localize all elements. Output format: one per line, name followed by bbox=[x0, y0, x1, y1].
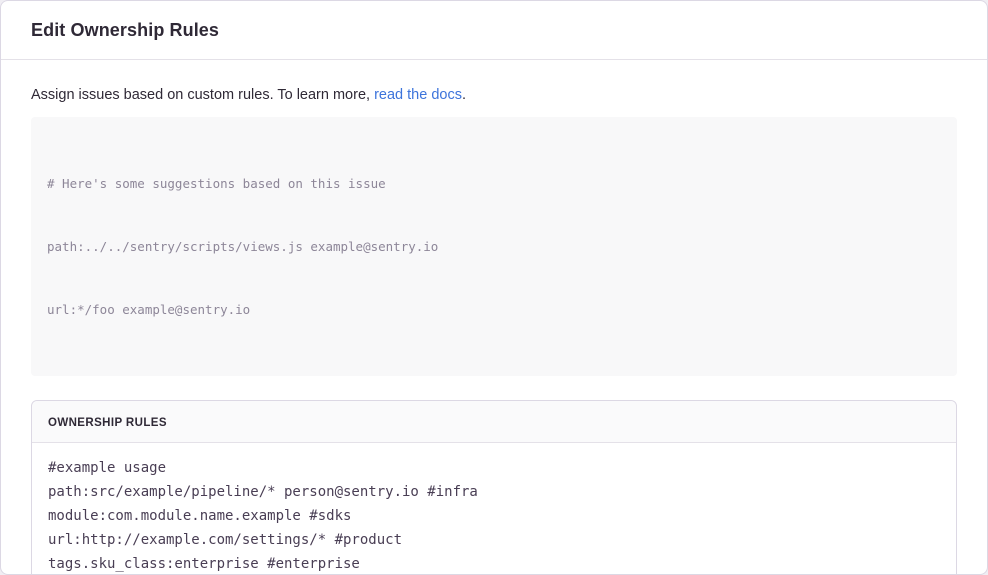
description-main: Assign issues based on custom rules. To … bbox=[31, 87, 374, 103]
description-suffix: . bbox=[462, 87, 466, 103]
edit-ownership-rules-modal: Edit Ownership Rules Assign issues based… bbox=[0, 0, 988, 575]
modal-title: Edit Ownership Rules bbox=[31, 20, 957, 41]
ownership-rules-panel-header: OWNERSHIP RULES bbox=[32, 401, 956, 443]
suggestion-line: url:*/foo example@sentry.io bbox=[47, 299, 941, 320]
suggestion-line: # Here's some suggestions based on this … bbox=[47, 173, 941, 194]
description-text: Assign issues based on custom rules. To … bbox=[31, 85, 957, 105]
read-the-docs-link[interactable]: read the docs bbox=[374, 87, 462, 103]
suggestion-line: path:../../sentry/scripts/views.js examp… bbox=[47, 236, 941, 257]
ownership-rules-textarea[interactable]: #example usage path:src/example/pipeline… bbox=[32, 443, 956, 575]
suggestions-block: # Here's some suggestions based on this … bbox=[31, 117, 957, 376]
modal-header: Edit Ownership Rules bbox=[1, 1, 987, 60]
ownership-rules-label: OWNERSHIP RULES bbox=[48, 417, 167, 429]
modal-body: Assign issues based on custom rules. To … bbox=[1, 60, 987, 575]
ownership-rules-panel: OWNERSHIP RULES #example usage path:src/… bbox=[31, 400, 957, 575]
